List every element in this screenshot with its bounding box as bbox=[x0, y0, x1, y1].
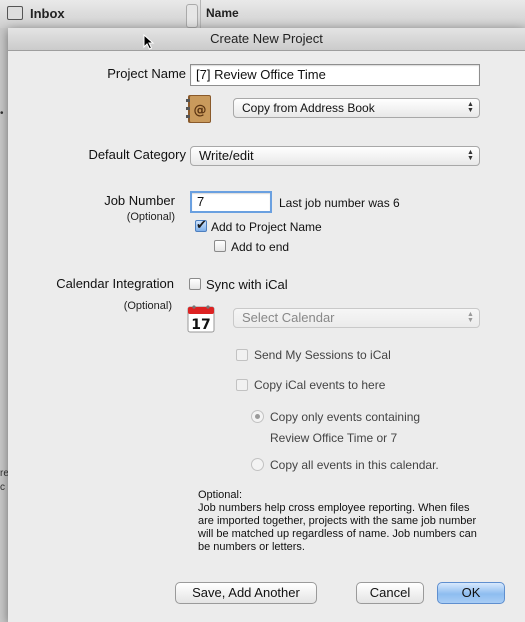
copy-source-value: Copy from Address Book bbox=[242, 101, 375, 115]
name-column-header[interactable]: Name bbox=[200, 0, 525, 28]
copy-source-popup[interactable]: Copy from Address Book ▲ ▼ bbox=[233, 98, 480, 118]
help-text: Optional: Job numbers help cross employe… bbox=[198, 489, 488, 554]
default-category-label: Default Category bbox=[88, 147, 186, 162]
inbox-title: Inbox bbox=[30, 6, 65, 21]
background-toolbar: Inbox Name bbox=[0, 0, 525, 29]
project-name-field[interactable]: [7] Review Office Time bbox=[190, 64, 480, 86]
copy-events-label[interactable]: Copy iCal events to here bbox=[254, 378, 385, 392]
job-number-optional: (Optional) bbox=[126, 211, 175, 223]
popup-arrows-icon: ▲ ▼ bbox=[467, 149, 474, 162]
job-number-label: Job Number bbox=[104, 193, 175, 208]
calendar-icon: 17 bbox=[187, 305, 215, 333]
add-to-project-name-checkbox[interactable] bbox=[195, 217, 207, 233]
popup-arrows-icon: ▲ ▼ bbox=[467, 311, 474, 324]
job-number-field[interactable]: 7 bbox=[190, 191, 272, 213]
containing-text: Review Office Time or 7 bbox=[270, 431, 398, 445]
copy-all-events-radio[interactable] bbox=[251, 458, 264, 471]
default-category-popup[interactable]: Write/edit ▲ ▼ bbox=[190, 146, 480, 166]
ok-button[interactable]: OK bbox=[437, 582, 505, 604]
copy-events-checkbox[interactable] bbox=[236, 379, 248, 391]
address-book-icon: @ bbox=[186, 95, 211, 123]
select-calendar-value: Select Calendar bbox=[242, 310, 335, 325]
add-to-end-label[interactable]: Add to end bbox=[231, 240, 289, 254]
svg-text:@: @ bbox=[194, 103, 207, 118]
add-to-project-name-label[interactable]: Add to Project Name bbox=[211, 220, 322, 234]
save-add-another-button[interactable]: Save, Add Another bbox=[175, 582, 317, 604]
help-title: Optional: bbox=[198, 489, 243, 501]
calendar-optional: (Optional) bbox=[123, 300, 172, 312]
inbox-icon bbox=[7, 6, 23, 20]
svg-text:17: 17 bbox=[191, 317, 210, 333]
project-name-label: Project Name bbox=[107, 66, 186, 81]
popup-arrows-icon: ▲ ▼ bbox=[467, 101, 474, 114]
send-sessions-checkbox[interactable] bbox=[236, 349, 248, 361]
default-category-value: Write/edit bbox=[199, 148, 254, 163]
splitter-handle[interactable] bbox=[186, 4, 198, 28]
sheet-title: Create New Project bbox=[8, 28, 525, 51]
background-left-edge: • re c bbox=[0, 28, 9, 622]
add-to-end-checkbox[interactable] bbox=[214, 240, 226, 252]
last-job-note: Last job number was 6 bbox=[279, 196, 400, 210]
sync-ical-checkbox[interactable] bbox=[189, 278, 201, 290]
pointer-cursor-icon bbox=[143, 34, 155, 50]
calendar-integration-label: Calendar Integration bbox=[56, 276, 174, 291]
help-body: Job numbers help cross employee reportin… bbox=[198, 502, 477, 553]
send-sessions-label[interactable]: Send My Sessions to iCal bbox=[254, 348, 391, 362]
copy-only-containing-radio[interactable] bbox=[251, 410, 264, 423]
sync-ical-label[interactable]: Sync with iCal bbox=[206, 277, 288, 292]
select-calendar-popup[interactable]: Select Calendar ▲ ▼ bbox=[233, 308, 480, 328]
create-project-sheet: Create New Project Project Name [7] Revi… bbox=[8, 28, 525, 622]
copy-only-containing-label[interactable]: Copy only events containing bbox=[270, 410, 420, 424]
copy-all-events-label[interactable]: Copy all events in this calendar. bbox=[270, 458, 439, 472]
cancel-button[interactable]: Cancel bbox=[356, 582, 424, 604]
